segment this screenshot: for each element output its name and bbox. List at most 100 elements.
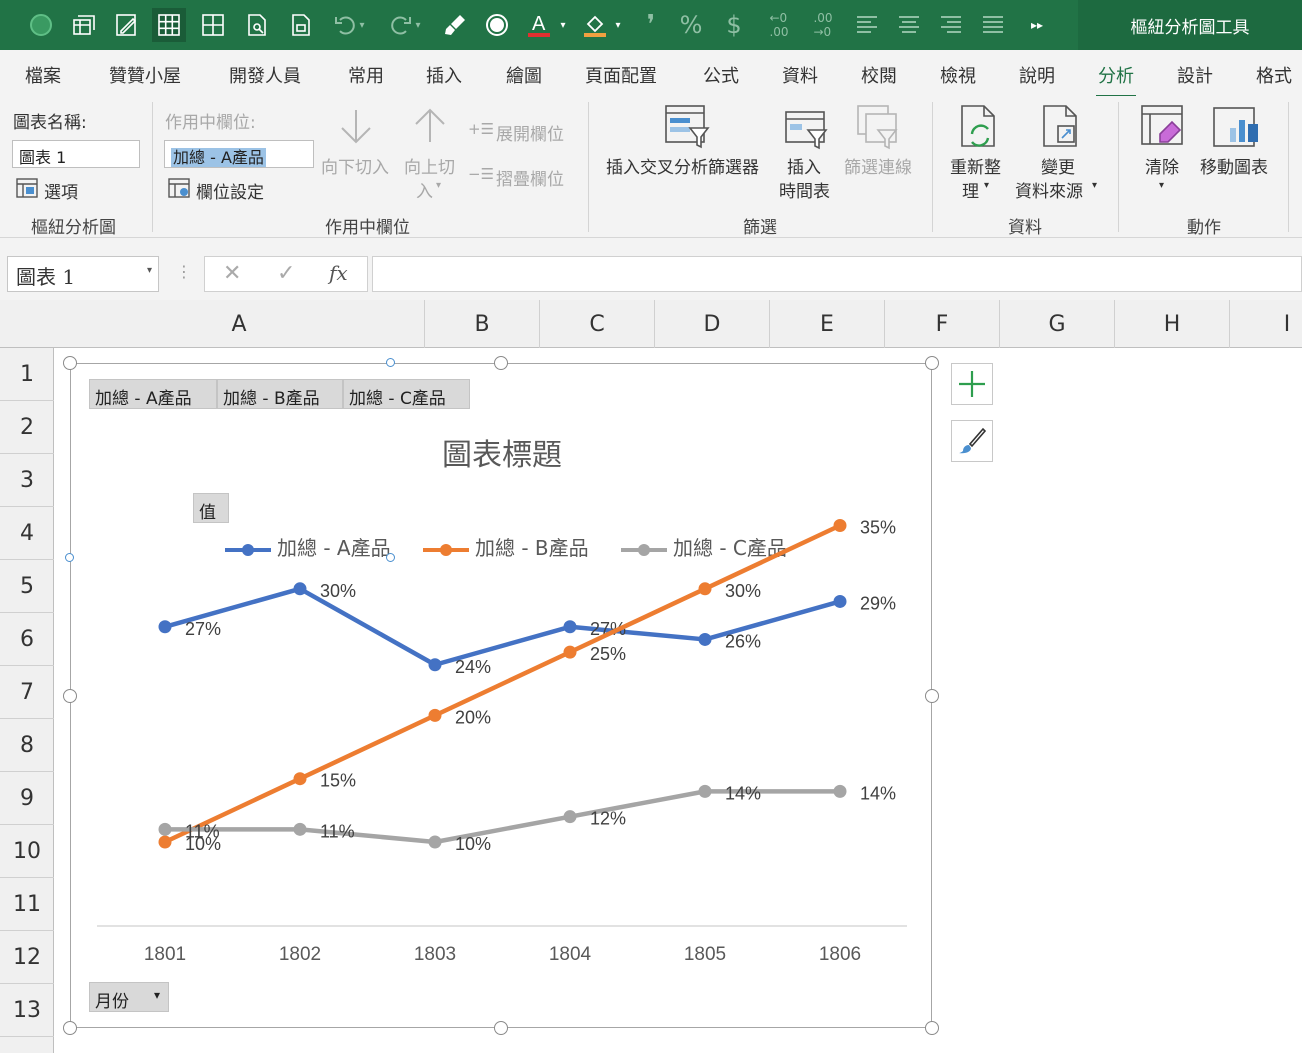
data-point[interactable] xyxy=(698,784,712,798)
data-point[interactable] xyxy=(293,582,307,596)
chart-name-input[interactable]: 圖表 1 xyxy=(12,140,140,168)
drill-down-button[interactable]: 向下切入 xyxy=(321,153,389,178)
tab-review[interactable]: 校閱 xyxy=(861,62,897,88)
column-header-g[interactable]: G xyxy=(1000,300,1115,348)
row-header-8[interactable]: 8 xyxy=(0,719,54,772)
title-handle[interactable] xyxy=(386,358,395,367)
column-header-f[interactable]: F xyxy=(885,300,1000,348)
filter-connections-button[interactable]: 篩選連線 xyxy=(844,153,912,178)
font-color-dropdown-icon[interactable]: ▾ xyxy=(553,8,573,42)
align-center-icon[interactable] xyxy=(892,8,926,42)
column-header-d[interactable]: D xyxy=(655,300,770,348)
tab-formulas[interactable]: 公式 xyxy=(703,62,739,88)
tab-analyze[interactable]: 分析 xyxy=(1096,62,1136,99)
data-point[interactable] xyxy=(428,835,442,849)
row-header-11[interactable]: 11 xyxy=(0,878,54,931)
resize-handle[interactable] xyxy=(494,1021,508,1035)
row-header-2[interactable]: 2 xyxy=(0,401,54,454)
data-point[interactable] xyxy=(563,620,577,634)
row-header-3[interactable]: 3 xyxy=(0,454,54,507)
percent-icon[interactable]: % xyxy=(674,8,708,42)
pivot-chart[interactable]: 加總 - A產品 加總 - B產品 加總 - C產品 圖表標題 值 加總 - A… xyxy=(70,363,932,1028)
export-icon[interactable] xyxy=(284,8,318,42)
insert-function-icon[interactable]: fx xyxy=(329,261,348,285)
formula-input[interactable] xyxy=(372,256,1302,292)
justify-icon[interactable] xyxy=(976,8,1010,42)
decimal-increase-icon[interactable]: ←0.00 xyxy=(762,8,796,42)
collapse-field-button[interactable]: 摺疊欄位 xyxy=(496,165,564,190)
data-point[interactable] xyxy=(158,835,172,849)
row-header-12[interactable]: 12 xyxy=(0,931,54,984)
name-box-dropdown-icon[interactable]: ▾ xyxy=(147,265,152,276)
change-data-source-button[interactable]: 變更 xyxy=(1041,153,1075,178)
legend-handle[interactable] xyxy=(386,553,395,562)
resize-handle[interactable] xyxy=(63,1021,77,1035)
data-point[interactable] xyxy=(833,594,847,608)
table-grid-icon[interactable] xyxy=(152,8,186,42)
autosave-toggle-icon[interactable] xyxy=(24,8,58,42)
active-field-input[interactable]: 加總 - A產品 xyxy=(164,140,314,168)
decimal-decrease-icon[interactable]: .00 →0 xyxy=(806,8,840,42)
insert-timeline-button[interactable]: 插入 xyxy=(787,153,821,178)
tab-design[interactable]: 設計 xyxy=(1177,62,1213,88)
data-point[interactable] xyxy=(428,658,442,672)
resize-handle[interactable] xyxy=(63,356,77,370)
fill-color-icon[interactable] xyxy=(578,8,612,42)
comma-icon[interactable]: ❜ xyxy=(634,8,668,42)
pivot-icon[interactable] xyxy=(67,8,101,42)
resize-handle[interactable] xyxy=(494,356,508,370)
tab-custom[interactable]: 贊贊小屋 xyxy=(109,62,181,88)
tab-draw[interactable]: 繪圖 xyxy=(506,62,542,88)
print-preview-icon[interactable] xyxy=(240,8,274,42)
more-icon[interactable]: ▸▸ xyxy=(1020,8,1054,42)
column-header-e[interactable]: E xyxy=(770,300,885,348)
resize-handle[interactable] xyxy=(925,1021,939,1035)
refresh-button[interactable]: 重新整 xyxy=(950,153,1001,178)
font-color-icon[interactable]: A xyxy=(522,8,556,42)
format-painter-icon[interactable] xyxy=(438,8,472,42)
tab-format[interactable]: 格式 xyxy=(1256,62,1292,88)
move-chart-button[interactable]: 移動圖表 xyxy=(1200,153,1268,178)
align-left-icon[interactable] xyxy=(850,8,884,42)
row-header-6[interactable]: 6 xyxy=(0,613,54,666)
tab-view[interactable]: 檢視 xyxy=(940,62,976,88)
tab-file[interactable]: 檔案 xyxy=(25,62,61,88)
row-header-1[interactable]: 1 xyxy=(0,348,54,401)
data-point[interactable] xyxy=(563,810,577,824)
tab-page-layout[interactable]: 頁面配置 xyxy=(585,62,657,88)
tab-help[interactable]: 說明 xyxy=(1019,62,1055,88)
tab-home[interactable]: 常用 xyxy=(348,62,384,88)
column-header-i[interactable]: I xyxy=(1230,300,1302,348)
data-point[interactable] xyxy=(833,784,847,798)
data-point[interactable] xyxy=(698,632,712,646)
data-point[interactable] xyxy=(698,582,712,596)
resize-handle[interactable] xyxy=(925,689,939,703)
resize-handle[interactable] xyxy=(63,689,77,703)
row-header-9[interactable]: 9 xyxy=(0,772,54,825)
axis-field-button[interactable]: 月份 ▾ xyxy=(89,982,169,1012)
row-header-13[interactable]: 13 xyxy=(0,984,54,1037)
currency-icon[interactable]: $ xyxy=(717,8,751,42)
column-header-c[interactable]: C xyxy=(540,300,655,348)
data-point[interactable] xyxy=(158,822,172,836)
column-header-b[interactable]: B xyxy=(425,300,540,348)
drill-up-button[interactable]: 向上切 xyxy=(404,153,455,178)
tab-developer[interactable]: 開發人員 xyxy=(229,62,301,88)
tab-insert[interactable]: 插入 xyxy=(426,62,462,88)
fill-color-dropdown-icon[interactable]: ▾ xyxy=(608,8,628,42)
edit-icon[interactable] xyxy=(110,8,144,42)
cancel-icon[interactable]: ✕ xyxy=(223,261,241,286)
row-header-4[interactable]: 4 xyxy=(0,507,54,560)
circle-icon[interactable] xyxy=(480,8,514,42)
data-point[interactable] xyxy=(563,645,577,659)
options-button[interactable]: 選項 xyxy=(44,178,78,203)
field-settings-button[interactable]: 欄位設定 xyxy=(196,178,264,203)
grid-icon[interactable] xyxy=(196,8,230,42)
row-header-5[interactable]: 5 xyxy=(0,560,54,613)
align-right-icon[interactable] xyxy=(934,8,968,42)
tab-data[interactable]: 資料 xyxy=(782,62,818,88)
data-point[interactable] xyxy=(293,822,307,836)
add-chart-element-icon[interactable] xyxy=(951,363,993,405)
row-header-10[interactable]: 10 xyxy=(0,825,54,878)
data-point[interactable] xyxy=(833,519,847,532)
